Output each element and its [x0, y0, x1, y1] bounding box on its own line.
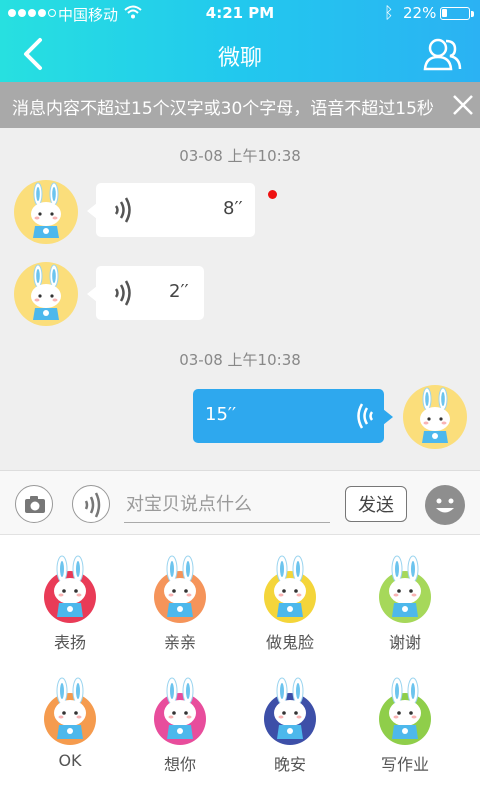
sticker-item[interactable]: 写作业 [355, 663, 455, 783]
camera-icon [25, 496, 45, 513]
sticker-label: 做鬼脸 [265, 633, 314, 652]
voice-duration: 2′′ [169, 281, 189, 302]
battery-icon [440, 7, 470, 20]
status-bar: 中国移动 4:21 PM ᛒ 22% [0, 0, 480, 26]
sticker-item[interactable]: 想你 [130, 663, 230, 783]
bunny-sticker-icon [379, 677, 431, 745]
camera-button[interactable] [15, 485, 53, 523]
voice-message-bubble[interactable]: 2′′ [87, 266, 204, 320]
bunny-sticker-icon [264, 677, 316, 745]
smiley-icon [436, 498, 454, 513]
voice-wave-icon [114, 197, 131, 223]
sticker-panel: 表扬 亲亲 做鬼脸 谢谢 OK 想你 晚安 写作业 [0, 534, 480, 800]
message-input[interactable] [124, 487, 330, 523]
sticker-label: 写作业 [380, 755, 429, 774]
notice-text: 消息内容不超过15个汉字或30个字母，语音不超过15秒 [12, 99, 434, 119]
header-bar: 中国移动 4:21 PM ᛒ 22% 微聊 [0, 0, 480, 82]
battery-percent: 22% [403, 4, 437, 22]
voice-message-bubble[interactable]: 8′′ [87, 183, 255, 237]
voice-message-bubble[interactable]: 15′′ [193, 389, 393, 443]
input-bar: 发送 [0, 470, 480, 534]
voice-wave-icon [84, 492, 101, 518]
bunny-sticker-icon [264, 555, 316, 623]
voice-duration: 15′′ [205, 404, 237, 425]
sticker-item[interactable]: 表扬 [20, 541, 120, 661]
close-icon[interactable] [452, 94, 474, 116]
voice-wave-icon [114, 280, 131, 306]
sticker-label: 晚安 [273, 755, 306, 774]
voice-duration: 8′′ [223, 198, 243, 219]
sticker-label: OK [58, 751, 82, 770]
voice-button[interactable] [72, 485, 110, 523]
bunny-sticker-icon [379, 555, 431, 623]
avatar[interactable] [14, 180, 78, 244]
avatar[interactable] [14, 262, 78, 326]
bunny-sticker-icon [154, 677, 206, 745]
sticker-item[interactable]: 亲亲 [130, 541, 230, 661]
page-title: 微聊 [217, 46, 262, 71]
sticker-item[interactable]: 晚安 [240, 663, 340, 783]
sticker-label: 亲亲 [163, 633, 196, 652]
voice-wave-icon [357, 403, 374, 429]
sticker-item[interactable]: OK [20, 663, 120, 783]
message-timestamp: 03-08 上午10:38 [179, 351, 301, 369]
sticker-label: 表扬 [53, 633, 86, 652]
bunny-sticker-icon [44, 677, 96, 745]
bluetooth-icon: ᛒ [384, 3, 394, 22]
emoji-button[interactable] [425, 485, 465, 525]
notice-banner: 消息内容不超过15个汉字或30个字母，语音不超过15秒 [0, 82, 480, 128]
sticker-label: 想你 [163, 755, 196, 774]
my-avatar[interactable] [403, 385, 467, 449]
bunny-sticker-icon [154, 555, 206, 623]
sticker-label: 谢谢 [388, 633, 421, 652]
unread-dot [268, 190, 277, 199]
message-timestamp: 03-08 上午10:38 [179, 147, 301, 165]
send-button[interactable]: 发送 [345, 486, 407, 522]
contacts-icon[interactable] [422, 36, 462, 72]
battery-tip [471, 11, 474, 17]
bunny-sticker-icon [44, 555, 96, 623]
sticker-item[interactable]: 做鬼脸 [240, 541, 340, 661]
sticker-item[interactable]: 谢谢 [355, 541, 455, 661]
